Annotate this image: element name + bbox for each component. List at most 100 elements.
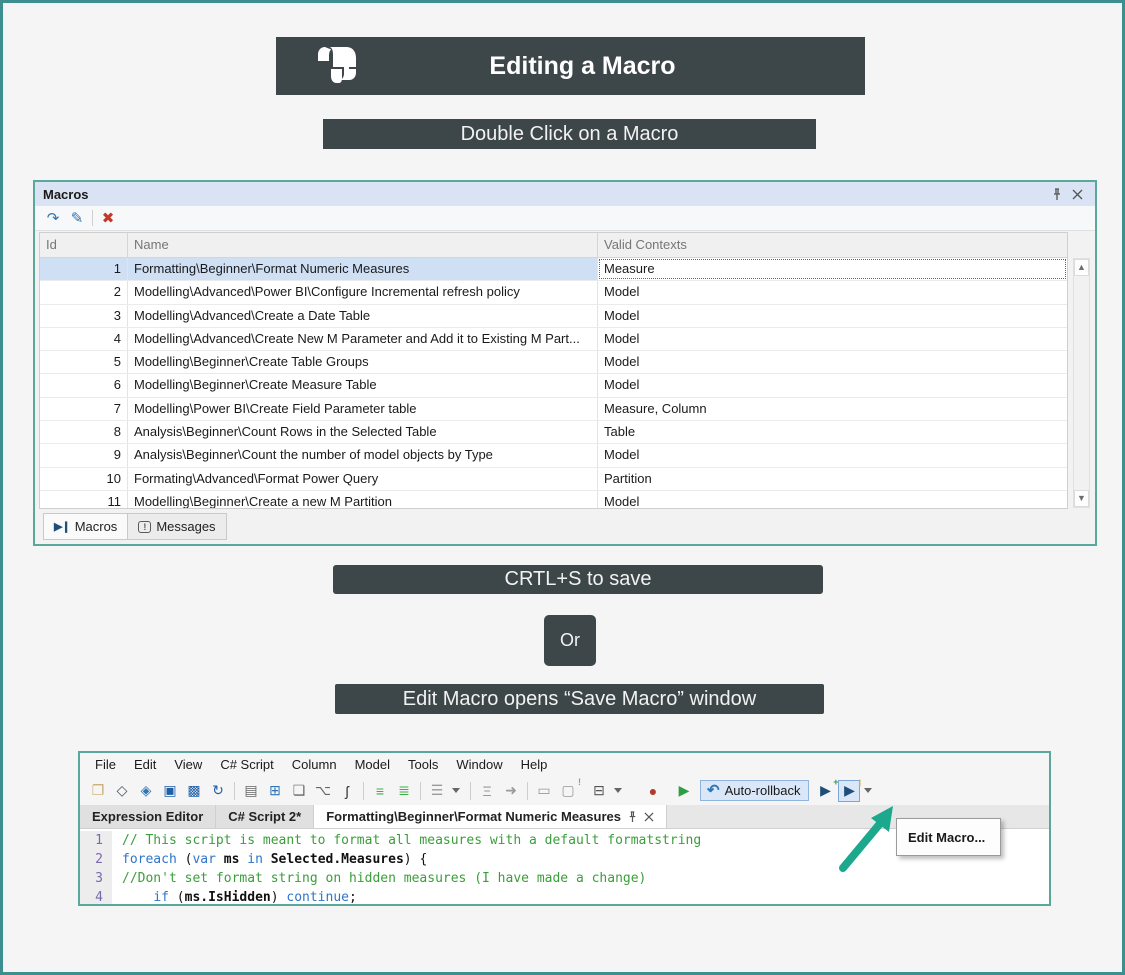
toolbar-separator bbox=[234, 782, 235, 800]
dropdown-caret-icon[interactable] bbox=[452, 788, 460, 793]
menu-window[interactable]: Window bbox=[447, 755, 511, 774]
play-icon[interactable]: ▶ bbox=[673, 780, 695, 802]
messages-bubble-icon bbox=[138, 521, 151, 533]
cell-name: Modelling\Advanced\Power BI\Configure In… bbox=[128, 281, 598, 303]
dropdown-caret-icon[interactable] bbox=[864, 788, 872, 793]
menu-file[interactable]: File bbox=[86, 755, 125, 774]
table-row[interactable]: 7Modelling\Power BI\Create Field Paramet… bbox=[40, 398, 1067, 421]
table-row[interactable]: 6Modelling\Beginner\Create Measure Table… bbox=[40, 374, 1067, 397]
pin-icon[interactable] bbox=[627, 811, 638, 823]
table-row[interactable]: 5Modelling\Beginner\Create Table GroupsM… bbox=[40, 351, 1067, 374]
table-row[interactable]: 2Modelling\Advanced\Power BI\Configure I… bbox=[40, 281, 1067, 304]
line-number: 2 bbox=[80, 850, 114, 869]
cell-valid-contexts: Model bbox=[598, 305, 1067, 327]
menu-edit[interactable]: Edit bbox=[125, 755, 165, 774]
column-header-name[interactable]: Name bbox=[128, 233, 598, 257]
scroll-icon bbox=[312, 45, 360, 87]
record-macro-icon[interactable]: ● bbox=[642, 780, 664, 802]
indent-icon[interactable]: ≡ bbox=[369, 780, 391, 802]
menu-c-script[interactable]: C# Script bbox=[211, 755, 282, 774]
import-table-icon[interactable]: ❏ bbox=[288, 780, 310, 802]
indent-alt-icon[interactable]: ≣ bbox=[393, 780, 415, 802]
pin-icon[interactable] bbox=[1047, 185, 1067, 203]
macros-table-rows: 1Formatting\Beginner\Format Numeric Meas… bbox=[40, 258, 1067, 508]
tab-label: Expression Editor bbox=[92, 809, 203, 824]
scroll-up-icon[interactable]: ▲ bbox=[1074, 259, 1089, 276]
hierarchy-icon[interactable]: ⌥ bbox=[312, 780, 334, 802]
cell-name: Formating\Advanced\Format Power Query bbox=[128, 468, 598, 490]
code-token: var bbox=[192, 852, 215, 867]
messages-icon[interactable]: ▢! bbox=[557, 780, 579, 802]
table-row[interactable]: 3Modelling\Advanced\Create a Date TableM… bbox=[40, 305, 1067, 328]
column-header-valid-contexts[interactable]: Valid Contexts bbox=[598, 233, 1067, 257]
format-dax-icon[interactable]: ⊞ bbox=[264, 780, 286, 802]
code-token: // This script is meant to format all me… bbox=[122, 833, 701, 848]
refresh-icon[interactable]: ↻ bbox=[207, 780, 229, 802]
auto-rollback-button[interactable]: ↶Auto-rollback bbox=[700, 780, 809, 801]
edit-macro-icon[interactable]: ✎ bbox=[65, 208, 89, 228]
macros-titlebar: Macros bbox=[35, 182, 1095, 206]
code-token: ) { bbox=[404, 852, 427, 867]
editor-tab[interactable]: C# Script 2* bbox=[216, 805, 314, 828]
edit-macro-button-overlay: ⁞ bbox=[858, 778, 861, 788]
editor-tab[interactable]: Formatting\Beginner\Format Numeric Measu… bbox=[314, 805, 667, 828]
dropdown-caret-icon[interactable] bbox=[614, 788, 622, 793]
open-file-icon[interactable]: ❐ bbox=[87, 780, 109, 802]
code-line: 4 if (ms.IsHidden) continue; bbox=[80, 888, 1049, 904]
cell-valid-contexts: Model bbox=[598, 374, 1067, 396]
vertipaq-icon[interactable]: ⊟ bbox=[588, 780, 610, 802]
cell-valid-contexts: Measure, Column bbox=[598, 398, 1067, 420]
table-row[interactable]: 10Formating\Advanced\Format Power QueryP… bbox=[40, 468, 1067, 491]
tab-macros[interactable]: ▶❙Macros bbox=[43, 513, 128, 540]
menu-tools[interactable]: Tools bbox=[399, 755, 447, 774]
cell-id: 5 bbox=[40, 351, 128, 373]
script-icon[interactable]: ʃ bbox=[336, 780, 358, 802]
new-script-icon[interactable]: ▤ bbox=[240, 780, 262, 802]
run-macro-icon[interactable]: ↷ bbox=[41, 208, 65, 228]
delete-macro-icon[interactable]: ✖ bbox=[96, 208, 120, 228]
table-row[interactable]: 1Formatting\Beginner\Format Numeric Meas… bbox=[40, 258, 1067, 281]
cell-valid-contexts: Model bbox=[598, 281, 1067, 303]
column-header-id[interactable]: Id bbox=[40, 233, 128, 257]
expression-box-icon[interactable]: ▭ bbox=[533, 780, 555, 802]
scroll-down-icon[interactable]: ▼ bbox=[1074, 490, 1089, 507]
cell-id: 9 bbox=[40, 444, 128, 466]
open-model-icon[interactable]: ◈ bbox=[135, 780, 157, 802]
save-icon[interactable]: ▣ bbox=[159, 780, 181, 802]
macros-bottom-tabs: ▶❙MacrosMessages bbox=[43, 513, 227, 540]
macros-scrollbar[interactable]: ▲ ▼ bbox=[1073, 258, 1090, 508]
macros-panel-title: Macros bbox=[43, 187, 1047, 202]
cell-id: 4 bbox=[40, 328, 128, 350]
goto-icon[interactable]: ➜ bbox=[500, 780, 522, 802]
menu-view[interactable]: View bbox=[165, 755, 211, 774]
code-token: if bbox=[153, 890, 169, 904]
edit-macro-tooltip: Edit Macro... bbox=[896, 818, 1001, 856]
banner-ctrl-s: CRTL+S to save bbox=[333, 565, 823, 594]
code-text: if (ms.IsHidden) continue; bbox=[114, 888, 357, 904]
deploy-model-icon[interactable]: ◇ bbox=[111, 780, 133, 802]
code-token: ( bbox=[169, 890, 185, 904]
menu-help[interactable]: Help bbox=[512, 755, 557, 774]
cell-id: 10 bbox=[40, 468, 128, 490]
save-as-icon[interactable]: ▩ bbox=[183, 780, 205, 802]
table-row[interactable]: 11Modelling\Beginner\Create a new M Part… bbox=[40, 491, 1067, 508]
code-token: foreach bbox=[122, 852, 177, 867]
header-banner: Editing a Macro bbox=[276, 37, 865, 95]
auto-rollback-label: Auto-rollback bbox=[725, 783, 801, 798]
menu-column[interactable]: Column bbox=[283, 755, 346, 774]
table-row[interactable]: 9Analysis\Beginner\Count the number of m… bbox=[40, 444, 1067, 467]
code-token: ms bbox=[216, 852, 247, 867]
table-row[interactable]: 4Modelling\Advanced\Create New M Paramet… bbox=[40, 328, 1067, 351]
close-icon[interactable] bbox=[1067, 185, 1087, 203]
editor-tab[interactable]: Expression Editor bbox=[80, 805, 216, 828]
perspective-icon[interactable]: ☰ bbox=[426, 780, 448, 802]
toolbar-separator bbox=[363, 782, 364, 800]
close-icon[interactable] bbox=[644, 812, 654, 822]
cell-name: Modelling\Advanced\Create New M Paramete… bbox=[128, 328, 598, 350]
menu-model[interactable]: Model bbox=[346, 755, 399, 774]
cell-name: Modelling\Beginner\Create Measure Table bbox=[128, 374, 598, 396]
table-row[interactable]: 8Analysis\Beginner\Count Rows in the Sel… bbox=[40, 421, 1067, 444]
code-token: ( bbox=[177, 852, 193, 867]
translation-icon[interactable]: Ξ bbox=[476, 780, 498, 802]
tab-messages[interactable]: Messages bbox=[128, 513, 226, 540]
